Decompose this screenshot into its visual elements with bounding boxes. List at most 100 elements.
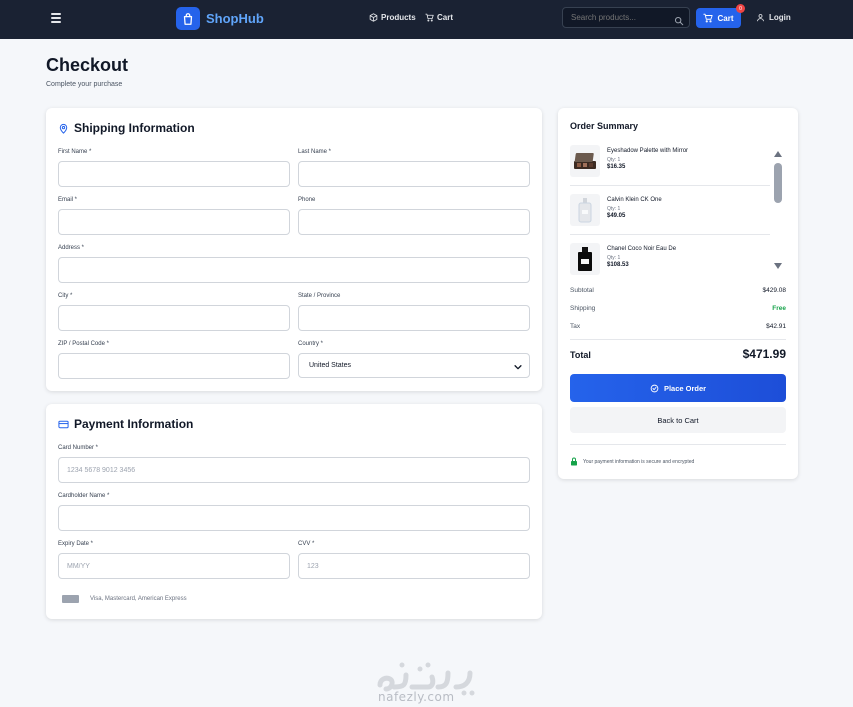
last-name-label: Last Name * <box>298 149 332 155</box>
country-select[interactable]: United States <box>298 353 530 378</box>
accepted-cards-text: Visa, Mastercard, American Express <box>90 596 187 602</box>
top-navbar: ShopHub Products Cart Cart 0 Login <box>0 0 853 39</box>
card-number-field[interactable] <box>58 457 530 483</box>
address-label: Address * <box>58 245 85 251</box>
tax-row: Tax $42.91 <box>570 323 786 330</box>
check-circle-icon <box>650 384 659 392</box>
subtotal-row: Subtotal $429.08 <box>570 287 786 294</box>
payment-title-text: Payment Information <box>74 417 194 431</box>
brand-name: ShopHub <box>206 11 264 26</box>
shipping-cost-label: Shipping <box>570 305 596 312</box>
map-pin-icon <box>59 123 68 134</box>
box-icon <box>369 13 378 22</box>
user-icon <box>757 14 764 22</box>
divider <box>570 234 770 235</box>
total-label: Total <box>570 350 591 360</box>
payment-title: Payment Information <box>58 417 193 431</box>
item-name: Eyeshadow Palette with Mirror <box>607 148 689 154</box>
state-field[interactable] <box>298 305 530 331</box>
search-box <box>562 7 690 28</box>
nav-products-label: Products <box>381 13 416 22</box>
shipping-title: Shipping Information <box>58 121 195 135</box>
login-link[interactable]: Login <box>756 13 791 22</box>
lock-icon <box>571 457 577 466</box>
nav-cart-label: Cart <box>437 13 454 22</box>
search-input[interactable] <box>571 13 671 22</box>
divider <box>570 444 786 445</box>
address-field[interactable] <box>58 257 530 283</box>
divider <box>570 185 770 186</box>
page-title: Checkout <box>46 55 129 75</box>
nav-products-link[interactable]: Products <box>369 13 416 22</box>
list-item: Calvin Klein CK One Qty: 1 $49.05 <box>570 194 770 238</box>
watermark-text: nafezly.com <box>378 690 455 704</box>
phone-field[interactable] <box>298 209 530 235</box>
ck-one-thumbnail <box>570 194 600 226</box>
scrollbar-thumb[interactable] <box>774 163 782 203</box>
tax-value: $42.91 <box>766 323 786 330</box>
subtotal-label: Subtotal <box>570 287 594 294</box>
back-to-cart-button[interactable]: Back to Cart <box>570 407 786 433</box>
item-qty: Qty: 1 <box>607 255 621 261</box>
cardholder-label: Cardholder Name * <box>58 493 110 499</box>
cart-icon <box>703 13 714 23</box>
scroll-up-icon[interactable] <box>773 150 783 158</box>
nav-cart-link[interactable]: Cart <box>425 13 453 22</box>
place-order-label: Place Order <box>663 383 707 393</box>
secure-note: Your payment information is secure and e… <box>570 457 694 466</box>
list-item: Chanel Coco Noir Eau De Qty: 1 $108.53 <box>570 243 770 287</box>
item-qty: Qty: 1 <box>607 157 621 163</box>
shipping-card <box>46 108 542 391</box>
back-to-cart-label: Back to Cart <box>657 415 699 425</box>
shipping-cost-value: Free <box>772 305 786 312</box>
place-order-button[interactable]: Place Order <box>570 374 786 402</box>
hamburger-icon[interactable] <box>51 13 61 23</box>
item-price: $16.35 <box>607 164 626 170</box>
divider <box>570 339 786 340</box>
card-brand-icon <box>62 595 79 603</box>
total-value: $471.99 <box>742 347 786 361</box>
item-name: Calvin Klein CK One <box>607 197 662 203</box>
zip-label: ZIP / Postal Code * <box>58 341 109 347</box>
tax-label: Tax <box>570 323 581 330</box>
shipping-row: Shipping Free <box>570 305 786 312</box>
zip-field[interactable] <box>58 353 290 379</box>
login-label: Login <box>769 13 791 22</box>
state-label: State / Province <box>298 293 341 299</box>
brand-link[interactable]: ShopHub <box>176 7 264 30</box>
city-label: City * <box>58 293 73 299</box>
country-label: Country * <box>298 341 324 347</box>
item-name: Chanel Coco Noir Eau De <box>607 246 677 252</box>
last-name-field[interactable] <box>298 161 530 187</box>
page-subtitle: Complete your purchase <box>46 81 123 88</box>
cardholder-field[interactable] <box>58 505 530 531</box>
scroll-down-icon[interactable] <box>773 262 783 270</box>
email-field[interactable] <box>58 209 290 235</box>
email-label: Email * <box>58 197 78 203</box>
first-name-field[interactable] <box>58 161 290 187</box>
item-price: $49.05 <box>607 213 626 219</box>
search-icon[interactable] <box>674 13 684 31</box>
item-qty: Qty: 1 <box>607 206 621 212</box>
cvv-field[interactable] <box>298 553 530 579</box>
shipping-title-text: Shipping Information <box>74 121 195 135</box>
first-name-label: First Name * <box>58 149 92 155</box>
country-select-value: United States <box>309 362 352 369</box>
cart-button-label: Cart <box>717 13 734 23</box>
shopping-bag-icon <box>176 7 200 30</box>
secure-note-text: Your payment information is secure and e… <box>583 458 695 465</box>
expiry-field[interactable] <box>58 553 290 579</box>
cart-icon <box>425 13 434 22</box>
expiry-label: Expiry Date * <box>58 541 94 547</box>
cart-button[interactable]: Cart <box>696 8 741 28</box>
card-number-label: Card Number * <box>58 445 99 451</box>
order-summary-title: Order Summary <box>570 121 639 131</box>
city-field[interactable] <box>58 305 290 331</box>
subtotal-value: $429.08 <box>762 287 787 294</box>
list-item: Eyeshadow Palette with Mirror Qty: 1 $16… <box>570 145 770 189</box>
cvv-label: CVV * <box>298 541 315 547</box>
cart-count-badge: 0 <box>736 4 745 13</box>
chevron-down-icon <box>514 365 522 370</box>
eyeshadow-palette-thumbnail <box>570 145 600 177</box>
chanel-bottle-thumbnail <box>570 243 600 275</box>
